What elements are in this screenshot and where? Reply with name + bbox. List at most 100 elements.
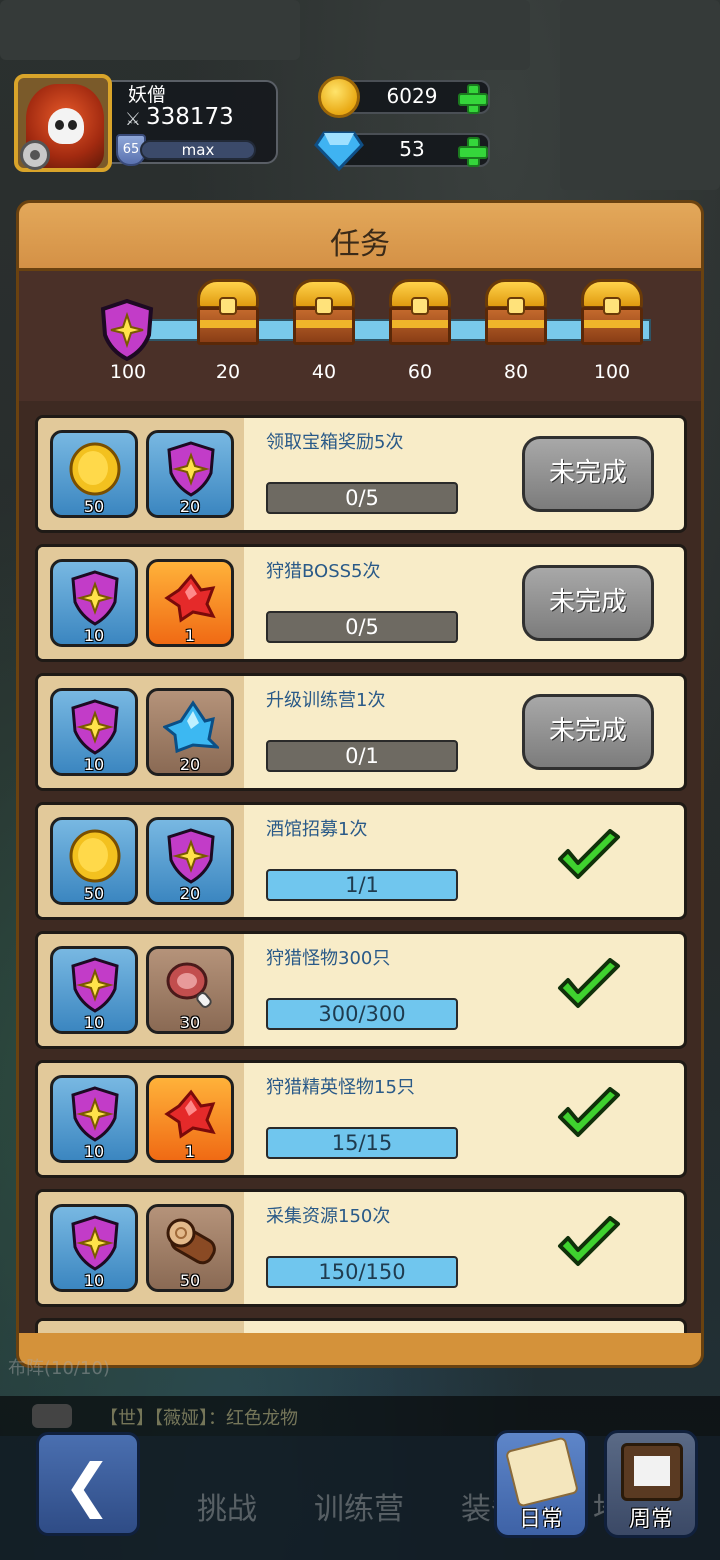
- panel-footer: [19, 1333, 701, 1365]
- diamond-value: 53: [399, 137, 425, 161]
- reward-quantity: 30: [179, 1013, 201, 1032]
- activity-shield-icon: [67, 957, 123, 1013]
- gold-counter: 6029: [318, 76, 490, 118]
- player-name: 妖僧: [128, 84, 167, 106]
- checkmark-icon: [556, 958, 622, 1014]
- reward-quantity: 10: [83, 626, 105, 645]
- panel-title: 任务: [330, 227, 390, 262]
- task-row: 10 1 狩猎BOSS5次 0/5 未完成: [35, 544, 687, 662]
- task-rewards: [38, 1321, 244, 1333]
- reward-slot[interactable]: 50: [146, 1204, 234, 1292]
- checkmark-icon: [556, 829, 622, 885]
- reward-quantity: 10: [83, 1142, 105, 1161]
- activity-shield-icon: [99, 298, 155, 365]
- quest-panel: 任务 100 20 40 60 80 100 50 20 领取宝箱奖励5次 0/5 未完成 10 1…: [16, 200, 704, 1368]
- checkmark-icon: [556, 1216, 622, 1272]
- milestone-label: 40: [311, 361, 337, 383]
- diamond-counter: 53: [314, 129, 490, 172]
- task-row: 10 50 采集资源150次 150/150: [35, 1189, 687, 1307]
- chat-message: 【世】【薇娅】：红色龙物: [100, 1408, 298, 1429]
- task-name: 狩猎BOSS5次: [266, 561, 381, 582]
- task-name: 狩猎精英怪物15只: [266, 1077, 415, 1098]
- add-gold-plus-icon[interactable]: [458, 84, 488, 114]
- activity-shield-icon: [163, 828, 219, 884]
- task-list[interactable]: 50 20 领取宝箱奖励5次 0/5 未完成 10 1 狩猎BOSS5次 0/5 未完成 10 20 升…: [19, 401, 701, 1333]
- treasure-chest-icon[interactable]: [191, 277, 265, 351]
- reward-slot[interactable]: 30: [146, 946, 234, 1034]
- treasure-chest-icon[interactable]: [287, 277, 361, 351]
- chat-bubble-icon[interactable]: [32, 1404, 72, 1428]
- diamond-icon: [314, 131, 364, 172]
- reward-slot[interactable]: 10: [50, 1075, 138, 1163]
- reward-slot[interactable]: 10: [50, 1204, 138, 1292]
- gold-coin-icon: [67, 441, 123, 497]
- red-crystal-icon: [163, 1086, 219, 1142]
- task-row: 50 20 酒馆招募1次 1/1: [35, 802, 687, 920]
- milestone-label: 100: [593, 361, 631, 383]
- treasure-chest-icon[interactable]: [575, 277, 649, 351]
- scroll-quill-icon: [504, 1436, 580, 1508]
- add-diamond-plus-icon[interactable]: [458, 137, 488, 167]
- activity-points: 100: [109, 361, 147, 383]
- task-row: 50 20 领取宝箱奖励5次 0/5 未完成: [35, 415, 687, 533]
- player-profile[interactable]: 妖僧 ⚔ 338173 65 max: [14, 74, 278, 172]
- meat-icon: [163, 957, 219, 1013]
- task-progress-bar: 0/5: [266, 611, 458, 643]
- settings-gear-icon[interactable]: [20, 140, 50, 170]
- reward-slot[interactable]: 20: [146, 817, 234, 905]
- task-progress-bar: 0/5: [266, 482, 458, 514]
- task-name: 酒馆招募1次: [266, 819, 368, 840]
- exp-bar: max: [140, 140, 256, 160]
- reward-slot[interactable]: 10: [50, 559, 138, 647]
- gold-coin-icon: [67, 828, 123, 884]
- task-progress-bar: 150/150: [266, 1256, 458, 1288]
- wood-log-icon: [163, 1215, 219, 1271]
- tab-daily[interactable]: 日常: [494, 1430, 588, 1538]
- task-name: 领取宝箱奖励5次: [266, 432, 404, 453]
- task-rewards: 10 30: [38, 934, 244, 1046]
- reward-slot[interactable]: 50: [50, 430, 138, 518]
- activity-shield-icon: [67, 1215, 123, 1271]
- reward-slot[interactable]: 10: [50, 946, 138, 1034]
- tab-weekly[interactable]: 周常: [604, 1430, 698, 1538]
- activity-shield-icon: [67, 570, 123, 626]
- incomplete-button[interactable]: 未完成: [522, 694, 654, 770]
- reward-quantity: 50: [83, 497, 105, 516]
- reward-slot[interactable]: 20: [146, 430, 234, 518]
- reward-quantity: 1: [184, 626, 196, 645]
- gold-value: 6029: [386, 84, 438, 108]
- task-row: 10 30 狩猎怪物300只 300/300: [35, 931, 687, 1049]
- nav-training-camp[interactable]: 训练营: [304, 1484, 414, 1528]
- gold-coin-icon: [318, 76, 360, 118]
- milestone-label: 20: [215, 361, 241, 383]
- task-name: 升级训练营1次: [266, 690, 386, 711]
- task-name: 狩猎怪物300只: [266, 948, 391, 969]
- task-progress-bar: 300/300: [266, 998, 458, 1030]
- chevron-left-icon: ❮: [63, 1451, 112, 1519]
- reward-quantity: 1: [184, 1142, 196, 1161]
- activity-progress: 100 20 40 60 80 100: [19, 271, 701, 401]
- nav-challenge[interactable]: 挑战: [172, 1484, 282, 1528]
- reward-slot[interactable]: 10: [50, 688, 138, 776]
- blue-crystal-icon: [162, 699, 221, 755]
- activity-shield-icon: [67, 1086, 123, 1142]
- reward-slot[interactable]: 1: [146, 559, 234, 647]
- back-button[interactable]: ❮: [36, 1432, 140, 1536]
- formation-label: 布阵(10/10): [8, 1358, 110, 1379]
- task-rewards: 10 1: [38, 547, 244, 659]
- treasure-chest-icon[interactable]: [383, 277, 457, 351]
- task-rewards: 50 20: [38, 805, 244, 917]
- reward-slot[interactable]: 20: [146, 688, 234, 776]
- notice-board-icon: [621, 1443, 683, 1501]
- reward-slot[interactable]: 1: [146, 1075, 234, 1163]
- task-progress-bar: 1/1: [266, 869, 458, 901]
- incomplete-button[interactable]: 未完成: [522, 436, 654, 512]
- reward-quantity: 20: [179, 755, 201, 774]
- incomplete-button[interactable]: 未完成: [522, 565, 654, 641]
- reward-quantity: 20: [179, 497, 201, 516]
- task-rewards: 10 20: [38, 676, 244, 788]
- reward-slot[interactable]: 50: [50, 817, 138, 905]
- treasure-chest-icon[interactable]: [479, 277, 553, 351]
- task-row: 进行回营1次: [35, 1318, 687, 1333]
- task-name: 采集资源150次: [266, 1206, 391, 1227]
